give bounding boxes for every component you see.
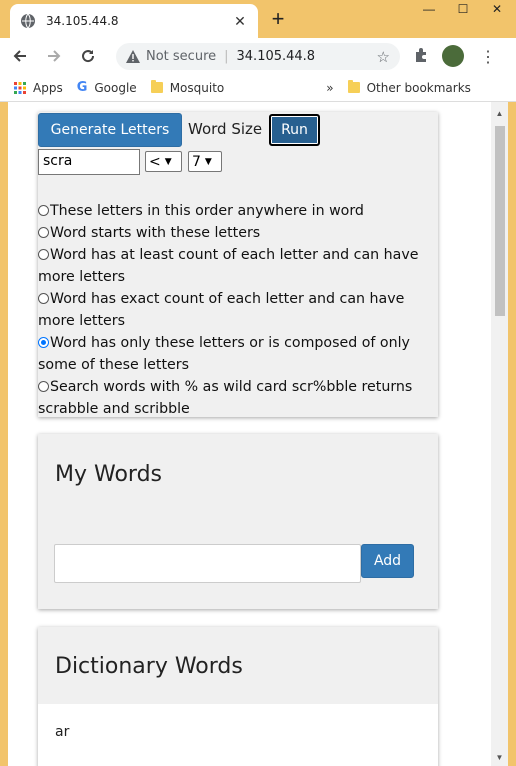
my-words-input[interactable]	[54, 544, 361, 583]
run-button[interactable]: Run	[269, 114, 320, 146]
reload-button[interactable]	[74, 42, 102, 70]
radio-button[interactable]	[38, 381, 49, 392]
folder-icon	[150, 80, 163, 93]
search-option[interactable]: Word starts with these letters	[38, 222, 438, 244]
search-option-label: Search words with % as wild card scr%bbl…	[38, 379, 413, 417]
bookmark-mosquito[interactable]: Mosquito	[150, 80, 225, 95]
word-size-value: 7	[192, 153, 201, 170]
letters-input[interactable]: scra	[38, 149, 140, 175]
my-words-heading: My Words	[55, 462, 163, 487]
add-button[interactable]: Add	[361, 544, 414, 578]
tab-title: 34.105.44.8	[46, 14, 119, 28]
profile-avatar[interactable]	[442, 45, 464, 67]
search-option[interactable]: Word has at least count of each letter a…	[38, 244, 438, 288]
dictionary-panel: Dictionary Words ar	[38, 627, 438, 766]
tab-close-icon[interactable]: ✕	[232, 13, 248, 29]
bookmark-mosquito-label: Mosquito	[169, 80, 225, 95]
chevron-down-icon: ▼	[204, 156, 212, 167]
apps-grid-icon	[14, 81, 26, 94]
search-option-label: Word has exact count of each letter and …	[38, 291, 405, 329]
word-size-select[interactable]: 7 ▼	[188, 151, 222, 172]
address-separator: |	[224, 49, 229, 64]
reload-icon	[82, 50, 95, 63]
generator-panel: Generate Letters Word Size Run scra < ▼ 7…	[38, 112, 438, 417]
page-viewport: Generate Letters Word Size Run scra < ▼ 7…	[8, 102, 508, 766]
radio-button[interactable]	[38, 249, 49, 260]
bookmark-apps-label: Apps	[33, 80, 63, 95]
dictionary-word[interactable]: ar	[55, 724, 69, 740]
bookmark-star-icon[interactable]: ☆	[377, 48, 390, 66]
extensions-puzzle-icon[interactable]	[413, 47, 429, 63]
dictionary-heading: Dictionary Words	[55, 654, 243, 679]
maximize-button[interactable]: ☐	[446, 0, 480, 20]
forward-arrow-icon	[48, 50, 61, 62]
search-option-label: Word starts with these letters	[50, 225, 261, 241]
new-tab-button[interactable]: +	[266, 8, 290, 32]
google-g-icon: G	[76, 80, 88, 95]
warning-icon	[126, 50, 140, 63]
my-words-panel: My Words Add	[38, 434, 438, 609]
bookmarks-overflow-button[interactable]: »	[326, 81, 333, 95]
search-option-label: These letters in this order anywhere in …	[50, 203, 364, 219]
minimize-button[interactable]: —	[412, 0, 446, 20]
address-bar[interactable]: Not secure | 34.105.44.8 ☆	[116, 43, 400, 70]
close-window-button[interactable]: ✕	[480, 0, 514, 20]
tab-strip: 34.105.44.8 ✕ + — ☐ ✕	[0, 0, 516, 38]
bookmark-apps[interactable]: Apps	[14, 81, 63, 95]
page-scrollbar[interactable]: ▲ ▼	[491, 102, 508, 766]
not-secure-label: Not secure	[146, 49, 217, 64]
dictionary-list: ar	[38, 704, 438, 766]
radio-button-selected[interactable]	[38, 337, 49, 348]
bookmark-other[interactable]: Other bookmarks	[347, 80, 471, 95]
bookmark-google-label: Google	[94, 80, 137, 95]
word-size-label: Word Size	[188, 120, 263, 138]
bookmark-google[interactable]: G Google	[77, 80, 137, 95]
search-option-label: Word has only these letters or is compos…	[38, 335, 410, 373]
search-option-selected[interactable]: Word has only these letters or is compos…	[38, 332, 438, 376]
radio-button[interactable]	[38, 293, 49, 304]
back-button[interactable]	[6, 42, 34, 70]
bookmarks-overflow-label: »	[326, 80, 334, 95]
radio-button[interactable]	[38, 205, 49, 216]
operator-select[interactable]: < ▼	[145, 151, 182, 172]
generate-letters-button[interactable]: Generate Letters	[38, 113, 182, 147]
globe-icon	[21, 13, 35, 29]
back-arrow-icon	[13, 50, 26, 62]
search-option[interactable]: These letters in this order anywhere in …	[38, 200, 438, 222]
scrollbar-thumb[interactable]	[495, 126, 505, 316]
url-text: 34.105.44.8	[236, 49, 316, 64]
menu-dots-icon[interactable]: ⋮	[480, 47, 496, 67]
search-option[interactable]: Search words with % as wild card scr%bbl…	[38, 376, 438, 420]
search-option-label: Word has at least count of each letter a…	[38, 247, 419, 285]
scroll-up-arrow-icon[interactable]: ▲	[491, 106, 508, 122]
search-mode-options: These letters in this order anywhere in …	[38, 200, 438, 420]
operator-value: <	[149, 153, 161, 170]
bookmarks-bar: Apps G Google Mosquito » Other bookmarks	[0, 74, 516, 102]
browser-tab[interactable]: 34.105.44.8 ✕	[10, 4, 258, 38]
radio-button[interactable]	[38, 227, 49, 238]
search-option[interactable]: Word has exact count of each letter and …	[38, 288, 438, 332]
folder-icon	[347, 80, 360, 93]
browser-toolbar: Not secure | 34.105.44.8 ☆ ⋮	[0, 38, 516, 74]
scroll-down-arrow-icon[interactable]: ▼	[491, 750, 508, 766]
forward-button[interactable]	[40, 42, 68, 70]
chevron-down-icon: ▼	[164, 156, 172, 167]
bookmark-other-label: Other bookmarks	[366, 80, 471, 95]
